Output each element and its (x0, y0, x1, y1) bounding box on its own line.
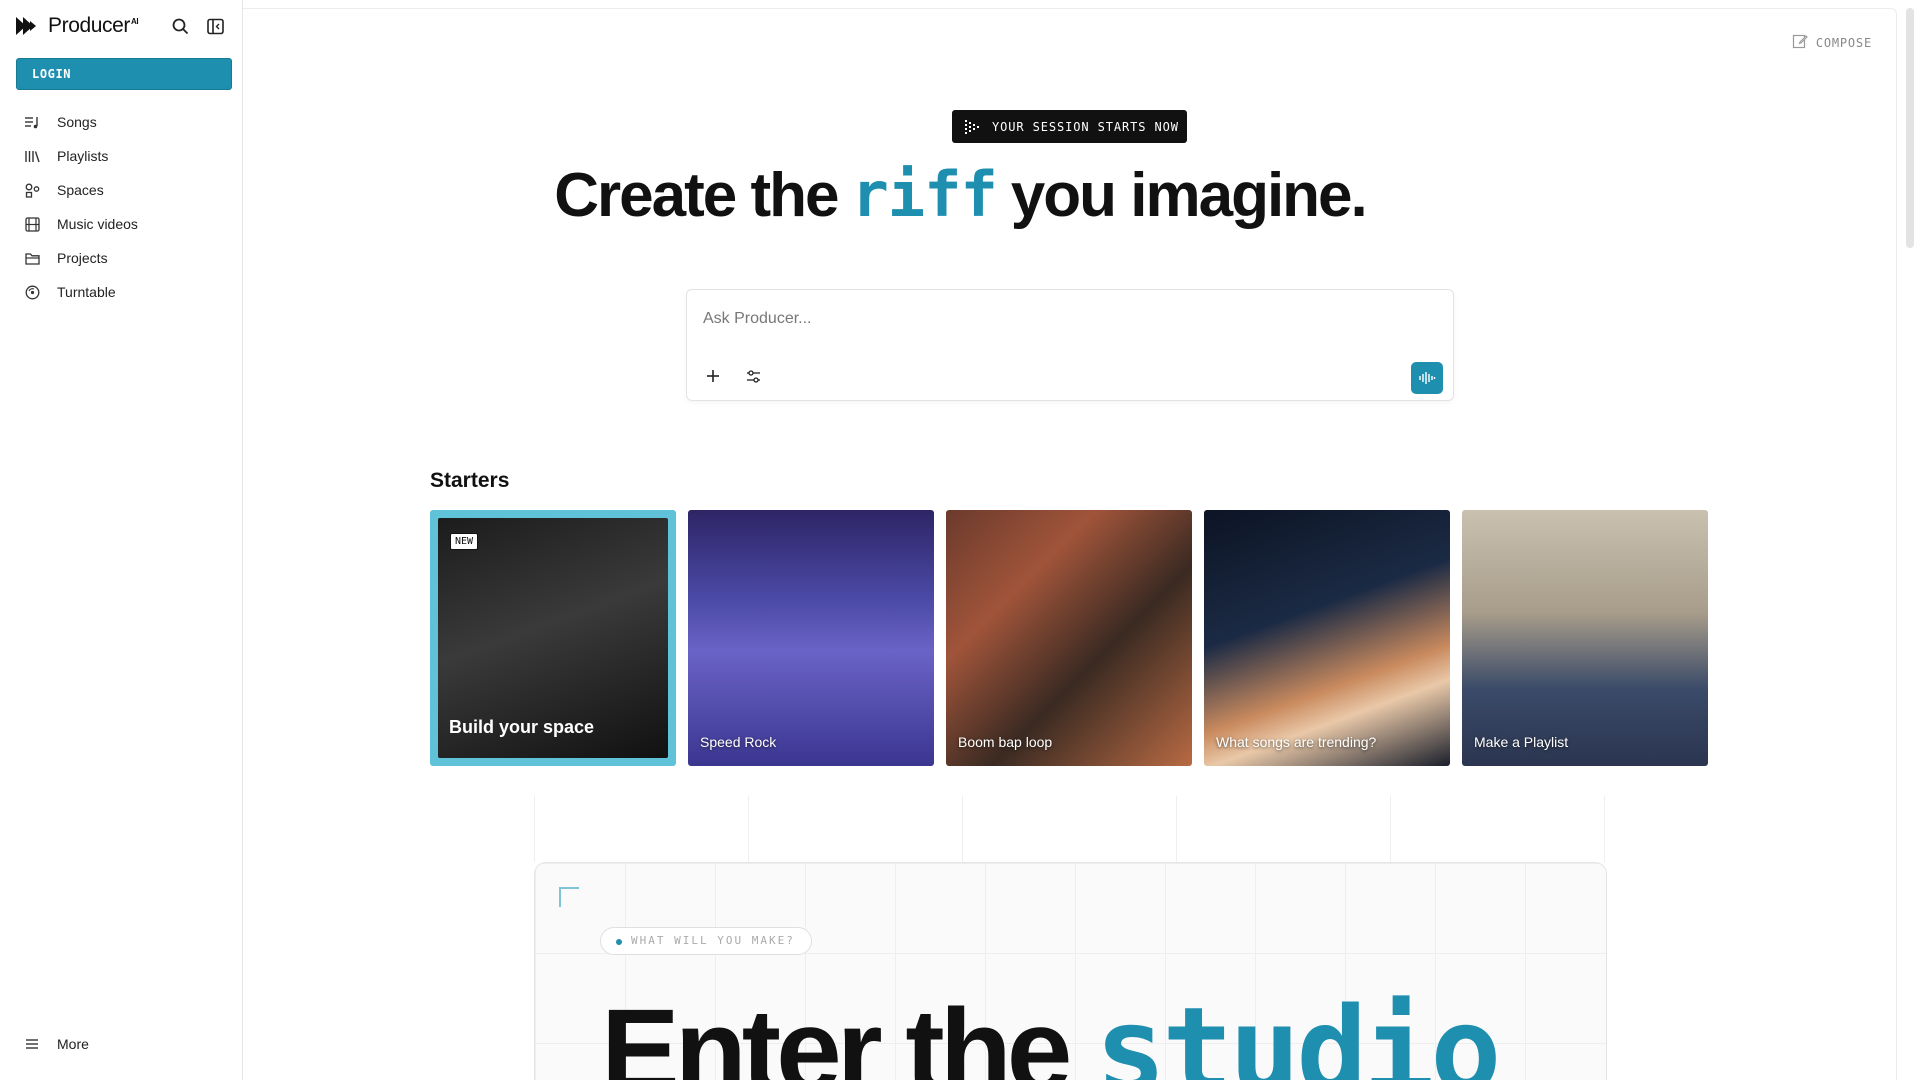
compose-button[interactable]: COMPOSE (1792, 33, 1872, 52)
decorative-grid (534, 796, 1607, 862)
voice-waveform-button[interactable] (1411, 362, 1443, 394)
studio-pill: WHAT WILL YOU MAKE? (600, 927, 812, 955)
starter-card-label: Make a Playlist (1474, 734, 1569, 750)
starter-card-label: Speed Rock (700, 734, 777, 750)
studio-title-before: Enter the (601, 985, 1072, 1080)
starter-card-trending-songs[interactable]: What songs are trending? (1204, 510, 1450, 766)
menu-icon (24, 1036, 40, 1052)
starter-card-label: Build your space (449, 717, 595, 737)
add-icon[interactable] (701, 364, 725, 388)
brand-superscript: AI (131, 17, 139, 26)
collapse-sidebar-icon[interactable] (205, 16, 226, 37)
brand-name: ProducerAI (48, 14, 139, 37)
turntable-icon (24, 284, 40, 300)
sidebar-item-turntable[interactable]: Turntable (16, 275, 232, 309)
starter-card-boom-bap-loop[interactable]: Boom bap loop (946, 510, 1192, 766)
settings-sliders-icon[interactable] (741, 364, 765, 388)
compose-icon (1792, 33, 1808, 52)
pixel-play-icon (964, 119, 980, 135)
starter-card-label: Boom bap loop (958, 734, 1053, 750)
studio-section: WHAT WILL YOU MAKE? Enter the studio (534, 862, 1607, 1080)
corner-bracket-icon (559, 887, 579, 907)
session-badge-text: YOUR SESSION STARTS NOW (992, 119, 1179, 134)
sidebar-item-songs[interactable]: Songs (16, 105, 232, 139)
brand-icons (170, 16, 226, 37)
sidebar-item-projects[interactable]: Projects (16, 241, 232, 275)
more-label: More (57, 1036, 89, 1052)
brand-row: ProducerAI (16, 12, 226, 40)
sidebar-item-label: Songs (57, 114, 97, 130)
studio-title: Enter the studio (601, 981, 1501, 1080)
hero-title-accent: riff (851, 158, 997, 231)
sidebar-item-label: Turntable (57, 284, 116, 300)
compose-label: COMPOSE (1815, 35, 1872, 50)
starter-card-make-a-playlist[interactable]: Make a Playlist (1462, 510, 1708, 766)
sidebar-more: More (16, 1027, 232, 1061)
studio-title-accent: studio (1095, 981, 1501, 1080)
sidebar-item-label: Projects (57, 250, 108, 266)
starter-card-build-your-space[interactable]: NEW Build your space (430, 510, 676, 766)
hero-title-after: you imagine. (1010, 161, 1368, 230)
hero-title-before: Create the (554, 161, 839, 230)
search-icon[interactable] (170, 16, 191, 37)
hero-title: Create the riff you imagine. (0, 158, 1920, 231)
starter-card-speed-rock[interactable]: Speed Rock (688, 510, 934, 766)
folder-icon (24, 250, 40, 266)
login-button[interactable]: LOGIN (16, 58, 232, 90)
starters-heading: Starters (430, 469, 510, 492)
more-button[interactable]: More (16, 1027, 232, 1061)
songs-icon (24, 114, 40, 130)
ask-producer-box (686, 289, 1454, 401)
starters-cards: NEW Build your space Speed Rock Boom bap… (430, 510, 1708, 766)
waveform-icon (1419, 372, 1436, 384)
session-badge: YOUR SESSION STARTS NOW (952, 110, 1187, 143)
new-badge: NEW (450, 533, 479, 550)
starter-card-label: What songs are trending? (1216, 734, 1377, 750)
producer-logo-icon[interactable] (16, 16, 42, 36)
ask-producer-input[interactable] (703, 304, 1423, 334)
starter-card-image: NEW Build your space (438, 518, 668, 758)
